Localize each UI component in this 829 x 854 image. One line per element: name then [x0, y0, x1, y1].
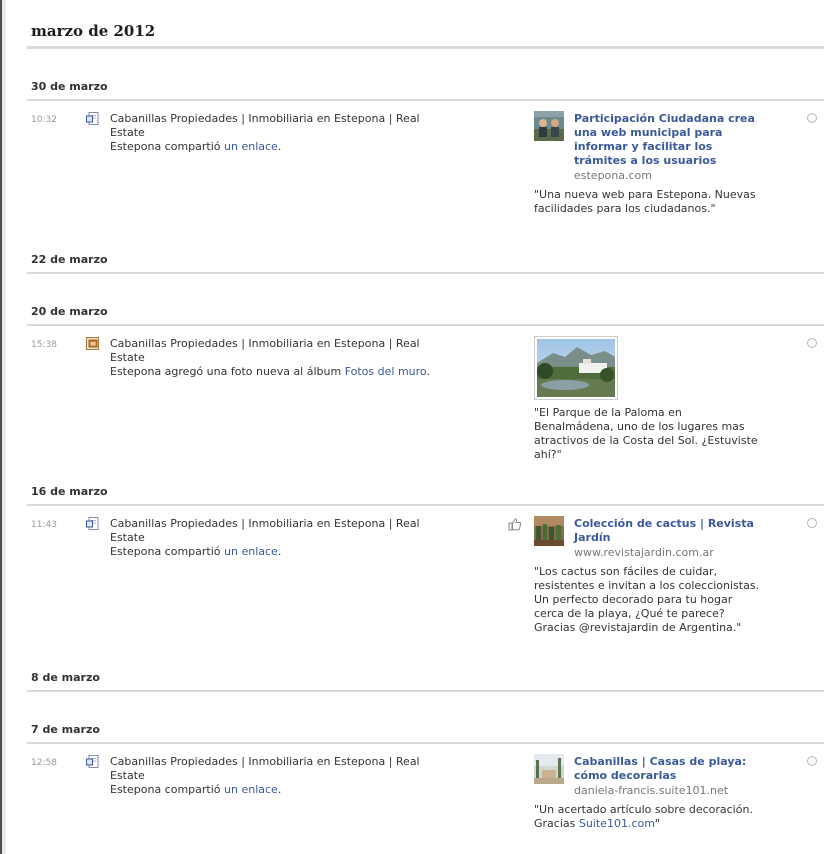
post-quote: "Una nueva web para Estepona. Nuevas fac… [534, 188, 756, 215]
link-thumbnail[interactable] [534, 754, 564, 784]
month-divider [27, 46, 824, 49]
shared-link[interactable]: un enlace [224, 783, 278, 796]
day-divider [27, 324, 824, 326]
day-label: 22 de marzo [31, 253, 108, 266]
shared-link[interactable]: un enlace [224, 140, 278, 153]
punctuation: . [277, 783, 282, 796]
day-label: 20 de marzo [31, 305, 108, 318]
park-photo-image [537, 339, 615, 397]
day-label: 7 de marzo [31, 723, 100, 736]
day-label: 30 de marzo [31, 80, 108, 93]
visibility-radio[interactable] [807, 756, 817, 766]
post-text: Cabanillas Propiedades | Inmobiliaria en… [110, 755, 440, 797]
post-quote: "Los cactus son fáciles de cuidar, resis… [534, 565, 760, 634]
day-divider [27, 99, 824, 101]
link-thumbnail[interactable] [534, 516, 564, 546]
quote-link[interactable]: Suite101.com [579, 817, 655, 830]
thumbs-up-icon[interactable] [508, 517, 522, 531]
post-time: 11:43 [31, 520, 57, 530]
post-photo[interactable] [534, 336, 618, 400]
day-divider [27, 690, 824, 692]
day-divider [27, 742, 824, 744]
post-time: 15:38 [31, 340, 57, 350]
post-quote: "El Parque de la Paloma en Benalmádena, … [534, 406, 758, 461]
link-domain: estepona.com [574, 169, 652, 182]
post-time: 10:32 [31, 115, 57, 125]
link-title[interactable]: Cabanillas | Casas de playa: cómo decora… [574, 755, 764, 783]
punctuation: . [277, 140, 282, 153]
punctuation: . [277, 545, 282, 558]
post-time: 12:58 [31, 758, 57, 768]
link-thumbnail[interactable] [534, 111, 564, 141]
month-title: marzo de 2012 [31, 22, 156, 40]
visibility-radio[interactable] [807, 518, 817, 528]
post-author-line: Cabanillas Propiedades | Inmobiliaria en… [110, 337, 420, 364]
post-text: Cabanillas Propiedades | Inmobiliaria en… [110, 337, 440, 379]
visibility-radio[interactable] [807, 338, 817, 348]
visibility-radio[interactable] [807, 113, 817, 123]
album-link[interactable]: Fotos del muro [345, 365, 427, 378]
post-author-line: Cabanillas Propiedades | Inmobiliaria en… [110, 755, 420, 782]
quote-end: " [654, 817, 660, 830]
post-text: Cabanillas Propiedades | Inmobiliaria en… [110, 112, 440, 154]
day-label: 16 de marzo [31, 485, 108, 498]
link-share-icon [86, 112, 99, 125]
photo-album-icon [86, 337, 99, 350]
punctuation: . [426, 365, 430, 378]
post-action-text: Estepona compartió [110, 783, 225, 796]
post-action-text: Estepona compartió [110, 545, 225, 558]
day-divider [27, 272, 824, 274]
link-title[interactable]: Participación Ciudadana crea una web mun… [574, 112, 764, 168]
shared-link[interactable]: un enlace [224, 545, 278, 558]
post-author-line: Cabanillas Propiedades | Inmobiliaria en… [110, 517, 420, 544]
day-divider [27, 504, 824, 506]
post-text: Cabanillas Propiedades | Inmobiliaria en… [110, 517, 440, 559]
link-share-icon [86, 517, 99, 530]
link-domain: www.revistajardin.com.ar [574, 546, 714, 559]
link-title[interactable]: Colección de cactus | Revista Jardín [574, 517, 764, 545]
post-action-text: Estepona compartió [110, 140, 225, 153]
day-label: 8 de marzo [31, 671, 100, 684]
left-frame-shadow [2, 0, 6, 854]
post-author-line: Cabanillas Propiedades | Inmobiliaria en… [110, 112, 420, 139]
post-action-text: Estepona agregó una foto nueva al álbum [110, 365, 345, 378]
link-domain: daniela-francis.suite101.net [574, 784, 729, 797]
post-quote: "Un acertado artículo sobre decoración. … [534, 803, 764, 831]
link-share-icon [86, 755, 99, 768]
